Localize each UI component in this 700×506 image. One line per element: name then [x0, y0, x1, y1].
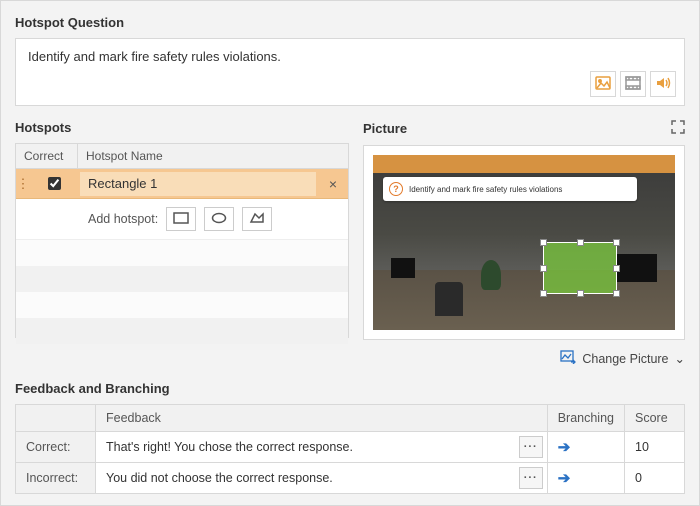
- feedback-correct-cell[interactable]: That's right! You chose the correct resp…: [96, 432, 548, 463]
- question-box[interactable]: Identify and mark fire safety rules viol…: [15, 38, 685, 106]
- add-freeform-button[interactable]: [242, 207, 272, 231]
- add-hotspot-label: Add hotspot:: [88, 212, 158, 226]
- table-row: [16, 266, 348, 292]
- feedback-correct-edit-button[interactable]: ···: [519, 436, 543, 458]
- insert-audio-button[interactable]: [650, 71, 676, 97]
- arrow-right-icon: ➔: [558, 470, 571, 487]
- feedback-incorrect-edit-button[interactable]: ···: [519, 467, 543, 489]
- col-header-branching: Branching: [547, 405, 624, 432]
- section-title-picture: Picture: [363, 121, 407, 136]
- col-header-correct: Correct: [16, 144, 78, 168]
- add-rectangle-button[interactable]: [166, 207, 196, 231]
- table-row: [16, 318, 348, 344]
- insert-video-button[interactable]: [620, 71, 646, 97]
- score-correct-cell[interactable]: 10: [625, 432, 685, 463]
- question-mark-icon: ?: [389, 182, 403, 196]
- feedback-incorrect-cell[interactable]: You did not choose the correct response.…: [96, 463, 548, 494]
- row-label-correct: Correct:: [16, 432, 96, 463]
- insert-image-button[interactable]: [590, 71, 616, 97]
- col-header-blank: [16, 405, 96, 432]
- feedback-correct-text: That's right! You chose the correct resp…: [106, 440, 353, 454]
- branching-correct-cell[interactable]: ➔: [547, 432, 624, 463]
- col-header-feedback: Feedback: [96, 405, 548, 432]
- expand-icon[interactable]: [671, 120, 685, 137]
- preview-question-bar: ? Identify and mark fire safety rules vi…: [383, 177, 637, 201]
- score-incorrect-cell[interactable]: 0: [625, 463, 685, 494]
- question-text[interactable]: Identify and mark fire safety rules viol…: [28, 49, 672, 64]
- change-picture-label: Change Picture: [582, 352, 668, 366]
- feedback-row-correct: Correct: That's right! You chose the cor…: [16, 432, 685, 463]
- hotspot-row[interactable]: ⋮ ×: [16, 169, 348, 199]
- rectangle-icon: [173, 212, 189, 227]
- hotspots-table: Correct Hotspot Name ⋮ × Add hotspot:: [15, 143, 349, 338]
- hotspot-rectangle[interactable]: [543, 242, 617, 294]
- section-title-hotspots: Hotspots: [15, 120, 349, 135]
- row-label-incorrect: Incorrect:: [16, 463, 96, 494]
- audio-icon: [655, 76, 671, 93]
- add-oval-button[interactable]: [204, 207, 234, 231]
- change-picture-button[interactable]: Change Picture ⌄: [363, 350, 685, 367]
- arrow-right-icon: ➔: [558, 439, 571, 456]
- image-icon: [595, 76, 611, 93]
- video-icon: [625, 76, 641, 93]
- change-picture-icon: [560, 350, 576, 367]
- chevron-down-icon: ⌄: [675, 351, 685, 366]
- correct-checkbox[interactable]: [48, 177, 61, 190]
- delete-hotspot-button[interactable]: ×: [318, 176, 348, 192]
- drag-handle-icon[interactable]: ⋮: [16, 176, 30, 192]
- section-title-feedback: Feedback and Branching: [15, 381, 685, 396]
- branching-incorrect-cell[interactable]: ➔: [547, 463, 624, 494]
- picture-preview[interactable]: ? Identify and mark fire safety rules vi…: [363, 145, 685, 340]
- oval-icon: [211, 212, 227, 227]
- feedback-incorrect-text: You did not choose the correct response.: [106, 471, 333, 485]
- feedback-row-incorrect: Incorrect: You did not choose the correc…: [16, 463, 685, 494]
- hotspot-name-input[interactable]: [80, 172, 316, 196]
- table-row: [16, 240, 348, 266]
- add-hotspot-row: Add hotspot:: [16, 199, 348, 240]
- table-row: [16, 292, 348, 318]
- feedback-table: Feedback Branching Score Correct: That's…: [15, 404, 685, 494]
- section-title-question: Hotspot Question: [15, 15, 685, 30]
- col-header-name: Hotspot Name: [78, 144, 348, 168]
- preview-question-text: Identify and mark fire safety rules viol…: [409, 185, 562, 194]
- freeform-icon: [249, 212, 265, 227]
- col-header-score: Score: [625, 405, 685, 432]
